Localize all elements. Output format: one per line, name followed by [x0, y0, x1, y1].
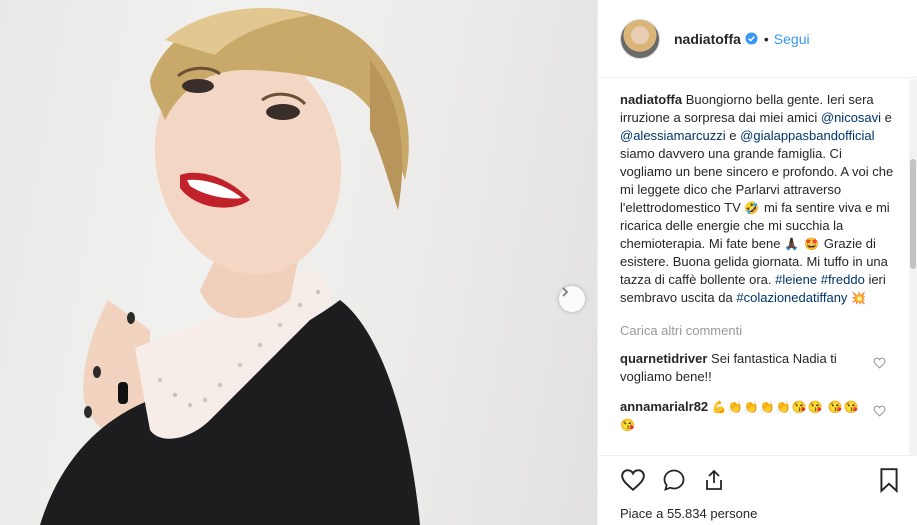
likes-count[interactable]: Piace a 55.834 persone	[620, 506, 900, 521]
verified-badge-icon	[745, 32, 758, 45]
mention-link[interactable]: @gialappasbandofficial	[740, 128, 874, 143]
heart-icon	[621, 469, 645, 492]
heart-icon	[873, 357, 886, 369]
post-sidebar: nadiatoffa • Segui nadiatoffa Buongiorno…	[597, 0, 917, 525]
caption-emoji: 🤣	[744, 201, 761, 215]
caption-emoji: 🙏🏿 🤩	[784, 237, 821, 251]
load-more-comments-button[interactable]: Carica altri commenti	[620, 323, 894, 338]
post-header: nadiatoffa • Segui	[598, 0, 917, 78]
caption-text: e	[729, 128, 737, 143]
save-button[interactable]	[878, 467, 900, 493]
hashtag-link[interactable]: #leiene	[775, 272, 817, 287]
comment-like-button[interactable]	[873, 404, 886, 422]
post-actions: Piace a 55.834 persone	[598, 455, 917, 525]
scrollbar-thumb[interactable]	[910, 159, 916, 269]
header-username[interactable]: nadiatoffa	[674, 31, 741, 47]
hashtag-link[interactable]: #colazionedatiffany	[736, 290, 847, 305]
comment-username[interactable]: quarnetidriver	[620, 351, 707, 366]
share-button[interactable]	[702, 468, 726, 492]
comments-section: nadiatoffa Buongiorno bella gente. Ieri …	[598, 79, 917, 455]
separator-dot: •	[763, 30, 769, 47]
comment-username[interactable]: annamarialr82	[620, 399, 708, 414]
heart-icon	[873, 405, 886, 417]
action-icons	[620, 464, 900, 496]
instagram-post: nadiatoffa • Segui nadiatoffa Buongiorno…	[0, 0, 917, 525]
comment-item: quarnetidriver Sei fantastica Nadia ti v…	[620, 350, 894, 386]
comment-icon	[663, 469, 685, 491]
post-photo[interactable]	[0, 0, 597, 525]
post-caption: nadiatoffa Buongiorno bella gente. Ieri …	[620, 91, 894, 307]
caption-text: e	[884, 110, 892, 125]
comment-like-button[interactable]	[873, 356, 886, 374]
bookmark-icon	[880, 468, 898, 493]
mention-link[interactable]: @nicosavi	[821, 110, 881, 125]
comments-scrollbar[interactable]	[909, 79, 917, 455]
next-photo-button[interactable]	[559, 286, 585, 312]
follow-button[interactable]: Segui	[774, 31, 810, 47]
caption-username[interactable]: nadiatoffa	[620, 92, 682, 107]
comment-item: annamarialr82 💪👏👏👏👏😘😘 😘😘😘	[620, 398, 894, 434]
mention-link[interactable]: @alessiamarcuzzi	[620, 128, 726, 143]
like-button[interactable]	[620, 468, 646, 492]
caption-emoji: 💥	[851, 291, 868, 305]
hashtag-link[interactable]: #freddo	[821, 272, 865, 287]
share-icon	[706, 469, 722, 490]
avatar[interactable]	[620, 18, 660, 59]
comment-button[interactable]	[662, 468, 686, 492]
chevron-right-icon	[562, 287, 569, 297]
portrait-illustration	[40, 8, 420, 525]
